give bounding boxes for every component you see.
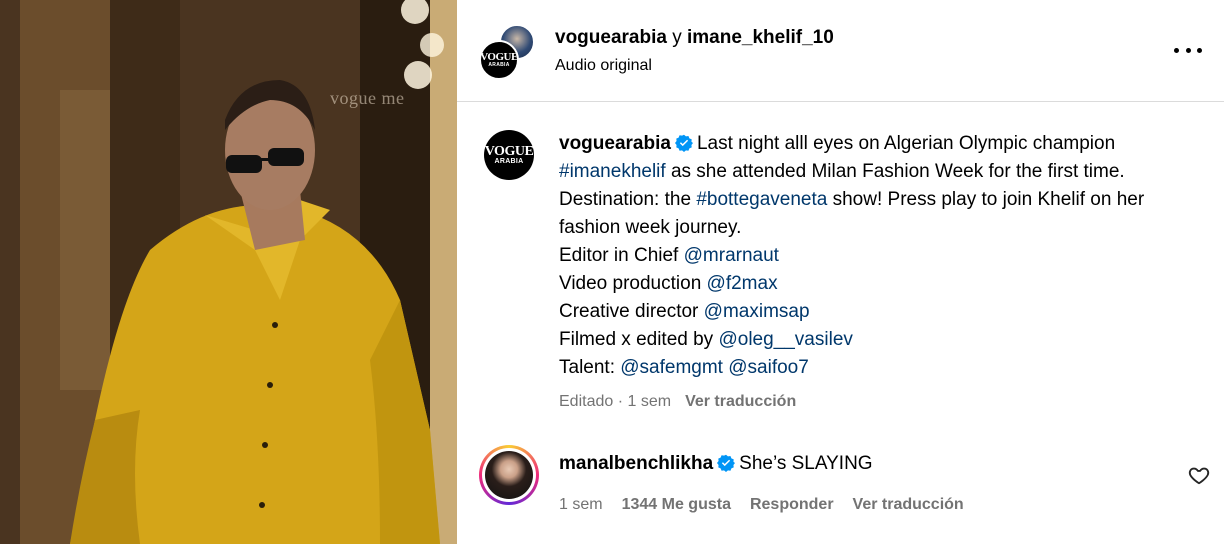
authors-joiner: y xyxy=(666,27,687,48)
mention-oleg-vasilev[interactable]: @oleg__vasilev xyxy=(718,329,852,350)
comment-meta: 1 sem 1344 Me gusta Responder Ver traduc… xyxy=(559,496,983,514)
vogue-logo-subtext: ARABIA xyxy=(488,62,510,68)
credit-line: Filmed x edited by @oleg__vasilev xyxy=(559,326,1189,354)
mention-saifoo7[interactable]: @saifoo7 xyxy=(728,357,809,378)
mention-mrarnaut[interactable]: @mrarnaut xyxy=(684,245,779,266)
hashtag-bottegaveneta[interactable]: #bottegaveneta xyxy=(696,189,827,210)
verified-badge-icon xyxy=(674,134,693,152)
hashtag-imanekhelif[interactable]: #imanekhelif xyxy=(559,161,666,182)
credit-label: Editor in Chief xyxy=(559,245,684,266)
caption-edited-time: Editado · 1 sem xyxy=(559,393,672,410)
post-header: VOGUE ARABIA voguearabia y imane_khelif_… xyxy=(457,0,1224,102)
post-details-panel: VOGUE ARABIA voguearabia y imane_khelif_… xyxy=(457,0,1224,544)
credit-line: Video production @f2max xyxy=(559,270,1189,298)
more-options-button[interactable] xyxy=(1174,38,1202,62)
comment-avatar-story-ring[interactable] xyxy=(479,445,539,505)
more-horizontal-icon xyxy=(1174,47,1179,53)
video-player[interactable]: vogue me xyxy=(0,0,457,544)
credit-label: Talent: xyxy=(559,357,621,378)
vogue-logo-text: VOGUE xyxy=(484,143,534,159)
post-caption: voguearabia Last night alll eyes on Alger… xyxy=(559,130,1189,382)
comment-text: She’s SLAYING xyxy=(739,453,873,474)
credit-label: Filmed x edited by xyxy=(559,329,719,350)
more-dot xyxy=(1197,47,1202,53)
vogue-logo-text: VOGUE xyxy=(480,51,518,63)
voguearabia-avatar[interactable]: VOGUE ARABIA xyxy=(479,40,519,80)
caption-text-1: Last night alll eyes on Algerian Olympic… xyxy=(696,133,1116,154)
credit-line: Talent: @safemgmt @saifoo7 xyxy=(559,354,1189,382)
caption-meta: Editado · 1 sem Ver traducción xyxy=(559,393,796,411)
audio-link[interactable]: Audio original xyxy=(555,57,652,75)
mention-f2max[interactable]: @f2max xyxy=(707,273,778,294)
vogue-logo-subtext: ARABIA xyxy=(494,157,524,165)
credit-label: Video production xyxy=(559,273,707,294)
mention-safemgmt[interactable]: @safemgmt xyxy=(620,357,723,378)
avatar-inner xyxy=(482,448,536,502)
caption-username[interactable]: voguearabia xyxy=(559,133,671,154)
caption-avatar[interactable]: VOGUE ARABIA xyxy=(484,130,534,180)
credit-line: Creative director @maximsap xyxy=(559,298,1189,326)
collab-avatars[interactable]: VOGUE ARABIA xyxy=(479,24,535,80)
comment-body: manalbenchlikha She’s SLAYING xyxy=(559,453,873,475)
post-authors: voguearabia y imane_khelif_10 xyxy=(555,27,834,49)
more-dot xyxy=(1185,47,1191,53)
manalbenchlikha-avatar xyxy=(485,451,533,499)
mention-maximsap[interactable]: @maximsap xyxy=(704,301,810,322)
comment-reply-button[interactable]: Responder xyxy=(750,496,834,514)
credit-label: Creative director xyxy=(559,301,704,322)
comment-likes[interactable]: 1344 Me gusta xyxy=(622,496,731,514)
caption-translate-link[interactable]: Ver traducción xyxy=(685,393,796,410)
comment-time: 1 sem xyxy=(559,496,603,513)
caption-body: voguearabia Last night alll eyes on Alger… xyxy=(559,130,1189,242)
verified-badge-icon xyxy=(717,454,736,472)
video-frame xyxy=(0,0,457,544)
author-link-imane[interactable]: imane_khelif_10 xyxy=(687,27,834,48)
video-watermark: vogue me xyxy=(330,88,405,108)
heart-icon[interactable] xyxy=(1188,464,1210,486)
comment-username[interactable]: manalbenchlikha xyxy=(559,453,713,474)
author-link-voguearabia[interactable]: voguearabia xyxy=(555,27,667,48)
comment-translate-link[interactable]: Ver traducción xyxy=(853,496,964,514)
credit-line: Editor in Chief @mrarnaut xyxy=(559,242,1189,270)
